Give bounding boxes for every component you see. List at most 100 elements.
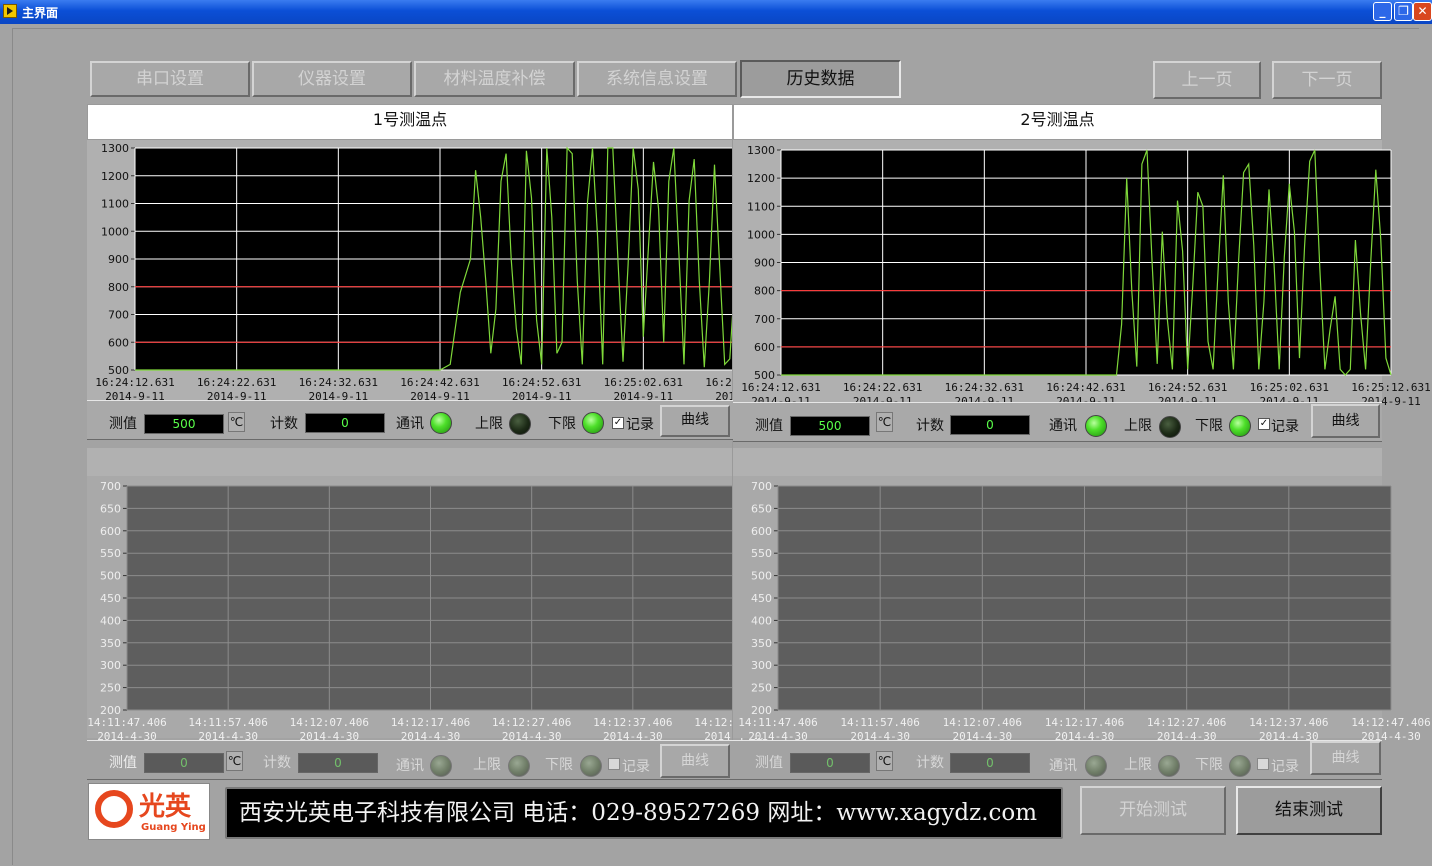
next-page-button[interactable]: 下一页	[1272, 61, 1382, 99]
upper-limit-led-icon	[509, 413, 531, 435]
close-button[interactable]: ✕	[1413, 2, 1432, 21]
count-label: 计数	[916, 755, 944, 771]
y-tick-label: 650	[100, 502, 121, 515]
end-test-button[interactable]: 结束测试	[1236, 786, 1382, 835]
restore-button[interactable]: ❐	[1394, 2, 1413, 21]
measure-display: 0	[144, 753, 224, 773]
x-tick-time: 14:12:47.406	[1351, 716, 1430, 729]
tab-material-temp-compensation[interactable]: 材料温度补偿	[414, 61, 575, 97]
panel-4-chart: 200 250 300 350 400 450 500 550 600 650 700 14:11:4…	[733, 476, 1431, 743]
unit-label: ℃	[876, 412, 893, 432]
panel-3-4-header-blank	[87, 448, 1382, 476]
panel-2-title: 2号测温点	[733, 104, 1382, 140]
chart-2-svg: 500600700800900100011001200130016:24:12.…	[733, 140, 1431, 408]
lower-limit-label: 下限	[1195, 418, 1223, 434]
chart-1-svg: 500600700800900100011001200130016:24:12.…	[87, 140, 785, 403]
curve-button[interactable]: 曲线	[1310, 741, 1381, 775]
comm-label: 通讯	[1049, 418, 1077, 434]
y-tick-label: 600	[754, 341, 775, 354]
count-display: 0	[950, 415, 1030, 435]
y-tick-label: 650	[751, 502, 772, 515]
tab-serial-settings[interactable]: 串口设置	[90, 61, 250, 97]
y-tick-label: 900	[754, 257, 775, 270]
record-checkbox[interactable]	[608, 758, 620, 770]
comm-label: 通讯	[396, 758, 424, 774]
tab-system-info-settings[interactable]: 系统信息设置	[577, 61, 737, 97]
measure-label: 测值	[755, 418, 783, 434]
panel-1-controls: 测值 500 ℃ 计数 0 通讯 上限 下限 ✓ 记录 曲线	[87, 400, 733, 440]
count-label: 计数	[263, 755, 291, 771]
lower-limit-led-icon	[1229, 415, 1251, 437]
measure-label: 测值	[755, 755, 783, 771]
unit-label: ℃	[876, 751, 893, 771]
y-tick-label: 250	[100, 682, 121, 695]
panel-3-controls: 测值 0 ℃ 计数 0 通讯 上限 下限 记录 曲线	[87, 740, 733, 780]
x-tick-time: 16:24:42.631	[1046, 381, 1125, 394]
y-tick-label: 500	[751, 570, 772, 583]
comm-led-icon	[430, 412, 452, 434]
x-tick-time: 14:12:37.406	[1249, 716, 1328, 729]
start-test-button[interactable]: 开始测试	[1080, 786, 1226, 835]
y-tick-label: 400	[100, 614, 121, 627]
y-tick-label: 300	[751, 659, 772, 672]
prev-page-button[interactable]: 上一页	[1153, 61, 1261, 99]
measure-display: 0	[790, 753, 870, 773]
y-tick-label: 400	[751, 614, 772, 627]
record-checkbox[interactable]: ✓	[1258, 418, 1270, 430]
minimize-button[interactable]: _	[1373, 2, 1392, 21]
upper-limit-led-icon	[1158, 755, 1180, 777]
x-tick-time: 14:12:27.406	[1147, 716, 1226, 729]
x-tick-time: 16:24:12.631	[95, 376, 174, 389]
curve-button[interactable]: 曲线	[660, 405, 730, 437]
upper-limit-label: 上限	[1124, 757, 1152, 773]
x-tick-time: 16:25:02.631	[1250, 381, 1329, 394]
x-tick-time: 16:24:12.631	[741, 381, 820, 394]
y-tick-label: 800	[754, 285, 775, 298]
y-tick-label: 350	[751, 637, 772, 650]
panel-1-title: 1号测温点	[87, 104, 733, 140]
y-tick-label: 300	[100, 659, 121, 672]
comm-led-icon	[1085, 415, 1107, 437]
record-checkbox[interactable]: ✓	[612, 417, 624, 429]
x-tick-time: 14:12:17.406	[1045, 716, 1124, 729]
x-tick-time: 14:12:17.406	[391, 716, 470, 729]
x-tick-time: 16:24:52.631	[1148, 381, 1227, 394]
x-tick-time: 14:12:07.406	[943, 716, 1022, 729]
y-tick-label: 1200	[747, 172, 775, 185]
x-tick-time: 14:12:37.406	[593, 716, 672, 729]
y-tick-label: 250	[751, 682, 772, 695]
x-tick-time: 14:12:07.406	[290, 716, 369, 729]
x-tick-time: 14:11:47.406	[738, 716, 817, 729]
upper-limit-label: 上限	[473, 757, 501, 773]
x-tick-time: 16:24:32.631	[299, 376, 378, 389]
measure-display: 500	[790, 416, 870, 436]
lower-limit-label: 下限	[548, 416, 576, 432]
tab-instrument-settings[interactable]: 仪器设置	[252, 61, 412, 97]
y-tick-label: 600	[100, 525, 121, 538]
curve-button[interactable]: 曲线	[660, 744, 730, 778]
tab-history-data[interactable]: 历史数据	[740, 60, 901, 98]
curve-button[interactable]: 曲线	[1311, 404, 1380, 438]
y-tick-label: 700	[754, 313, 775, 326]
panel-4-controls: 测值 0 ℃ 计数 0 通讯 上限 下限 记录 曲线	[733, 740, 1382, 780]
record-checkbox[interactable]	[1257, 758, 1269, 770]
company-logo: 光英 Guang Ying	[88, 783, 210, 840]
y-tick-label: 450	[751, 592, 772, 605]
count-display: 0	[298, 753, 378, 773]
y-tick-label: 1000	[747, 228, 775, 241]
lower-limit-led-icon	[1229, 755, 1251, 777]
panel-divider	[732, 104, 733, 780]
comm-label: 通讯	[1049, 758, 1077, 774]
record-label: 记录	[1271, 419, 1299, 435]
panel-2-controls: 测值 500 ℃ 计数 0 通讯 上限 下限 ✓ 记录 曲线	[733, 402, 1382, 442]
logo-english-text: Guang Ying	[141, 822, 206, 833]
y-tick-label: 900	[108, 253, 129, 266]
x-tick-time: 16:24:22.631	[843, 381, 922, 394]
count-display: 0	[950, 753, 1030, 773]
panel-3-chart: 200 250 300 350 400 450 500 550 600 650 700 14:11:4…	[87, 476, 774, 743]
upper-limit-label: 上限	[475, 416, 503, 432]
comm-led-icon	[1085, 755, 1107, 777]
upper-limit-label: 上限	[1124, 418, 1152, 434]
y-tick-label: 800	[108, 281, 129, 294]
x-tick-time: 14:11:47.406	[87, 716, 166, 729]
